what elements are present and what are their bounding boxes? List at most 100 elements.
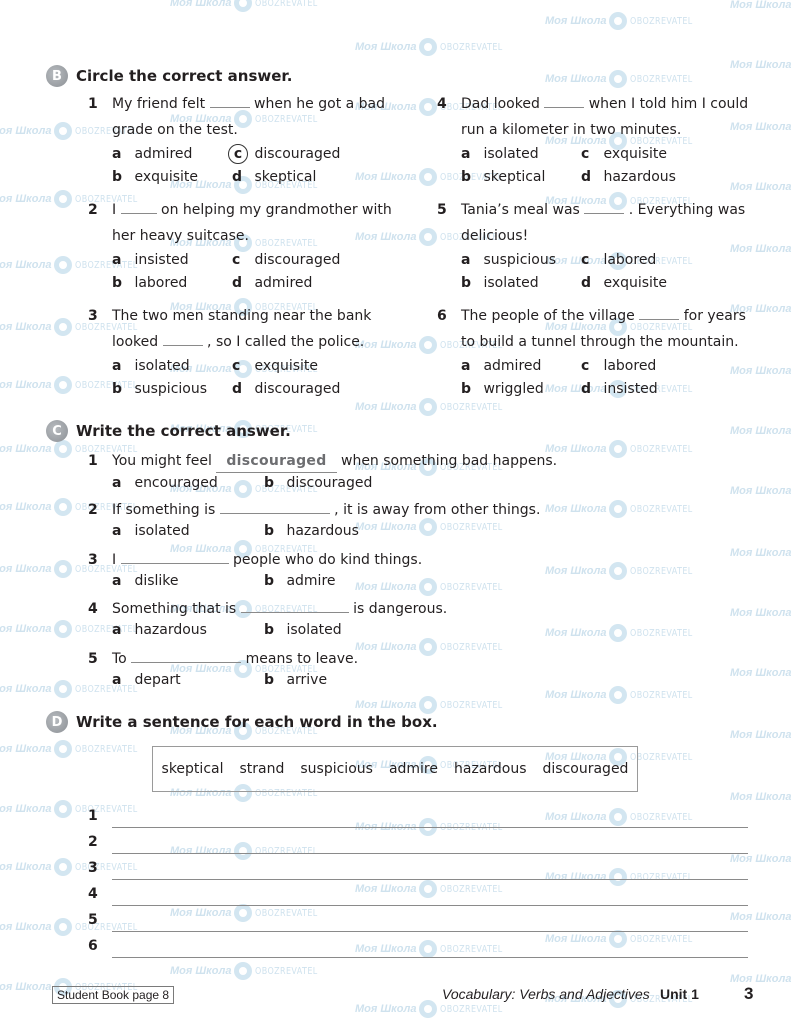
options-row: a hazardous b isolated: [112, 620, 447, 641]
option-b[interactable]: b isolated: [461, 272, 581, 295]
option-a[interactable]: a suspicious: [461, 249, 581, 272]
option-b[interactable]: b labored: [112, 272, 232, 295]
option-a[interactable]: a admired: [461, 355, 581, 378]
option-c[interactable]: c labored: [581, 355, 701, 378]
watermark-logo-icon: [54, 256, 73, 274]
writing-line[interactable]: 5: [88, 912, 748, 932]
option-b[interactable]: b hazardous: [264, 521, 414, 542]
watermark-text: Моя Школа: [730, 546, 791, 559]
watermark: Моя ШколаOBOZREVATEL: [730, 422, 791, 440]
watermark-text: Моя Школа: [355, 40, 417, 53]
answer-blank[interactable]: [639, 306, 680, 320]
option-b[interactable]: b skeptical: [461, 166, 581, 189]
watermark: Моя ШколаOBOZREVATEL: [355, 1000, 519, 1018]
option-d[interactable]: d discouraged: [232, 378, 352, 401]
answer-blank[interactable]: [240, 599, 349, 613]
question-number: 2: [88, 502, 98, 518]
option-c[interactable]: c labored: [581, 249, 701, 272]
watermark-text: Моя Школа: [355, 698, 417, 711]
watermark-text: Моя Школа: [0, 378, 52, 391]
answer-blank[interactable]: [544, 94, 585, 108]
writing-line[interactable]: 6: [88, 938, 748, 958]
writing-line[interactable]: 3: [88, 860, 748, 880]
watermark-text: Моя Школа: [0, 682, 52, 695]
answer-blank[interactable]: [219, 500, 330, 514]
option-b[interactable]: b admire: [264, 571, 414, 592]
options-grid: a admired c labored b wriggled d insisted: [461, 355, 761, 401]
option-text: isolated: [479, 275, 539, 291]
question-stem: To means to leave.: [112, 648, 414, 670]
watermark-text: OBOZREVATEL: [630, 503, 694, 515]
watermark-text: OBOZREVATEL: [255, 965, 319, 977]
question-number: 2: [88, 202, 98, 218]
option-d[interactable]: d exquisite: [581, 272, 701, 295]
option-a[interactable]: a dislike: [112, 571, 264, 592]
stem-text: people who do kind things.: [228, 552, 423, 568]
option-a[interactable]: a insisted: [112, 249, 232, 272]
watermark: Моя ШколаOBOZREVATEL: [545, 500, 709, 518]
option-a[interactable]: a depart: [112, 670, 264, 691]
question-item: 2 I on helping my grandmother with her he…: [88, 197, 412, 295]
writing-rule: [112, 853, 748, 854]
watermark-logo-icon: [234, 962, 253, 980]
option-text: isolated: [130, 523, 190, 539]
option-text: labored: [599, 358, 657, 374]
word-box-item: strand: [239, 761, 285, 777]
writing-line[interactable]: 1: [88, 808, 748, 828]
answer-blank[interactable]: [120, 550, 229, 564]
word-box: skeptical strand suspicious admire hazar…: [152, 746, 638, 792]
watermark-text: Моя Школа: [170, 0, 232, 9]
answer-blank[interactable]: [162, 332, 203, 346]
word-box-item: skeptical: [161, 761, 224, 777]
watermark-text: OBOZREVATEL: [440, 41, 504, 53]
option-b[interactable]: b arrive: [264, 670, 414, 691]
option-b[interactable]: b suspicious: [112, 378, 232, 401]
option-b[interactable]: b wriggled: [461, 378, 581, 401]
watermark-logo-icon: [609, 12, 628, 30]
question-number: 5: [88, 651, 98, 667]
option-b[interactable]: b exquisite: [112, 166, 232, 189]
option-c[interactable]: c discouraged: [228, 143, 352, 166]
option-letter: b: [264, 523, 275, 539]
answer-blank[interactable]: [209, 94, 250, 108]
option-b[interactable]: b isolated: [264, 620, 414, 641]
option-letter: b: [264, 622, 275, 638]
option-d[interactable]: d skeptical: [232, 166, 352, 189]
watermark-text: OBOZREVATEL: [630, 73, 694, 85]
filled-answer[interactable]: discouraged: [216, 450, 337, 473]
writing-line[interactable]: 4: [88, 886, 748, 906]
option-a[interactable]: a isolated: [112, 521, 264, 542]
option-d[interactable]: d admired: [232, 272, 352, 295]
question-number: 1: [88, 96, 98, 112]
option-a[interactable]: a encouraged: [112, 473, 264, 494]
writing-rule: [112, 957, 748, 958]
watermark-text: Моя Школа: [545, 688, 607, 701]
answer-blank[interactable]: [120, 200, 157, 214]
option-a[interactable]: a hazardous: [112, 620, 264, 641]
section-b-title: Circle the correct answer.: [76, 67, 293, 85]
watermark-logo-icon: [54, 440, 73, 458]
watermark-logo-icon: [54, 190, 73, 208]
watermark-text: Моя Школа: [730, 0, 791, 11]
section-c-header: C Write the correct answer.: [46, 420, 291, 442]
writing-line-number: 5: [88, 912, 98, 928]
watermark-logo-icon: [419, 98, 438, 116]
answer-blank[interactable]: [584, 200, 625, 214]
option-a[interactable]: a admired: [112, 143, 232, 166]
watermark-text: Моя Школа: [0, 562, 52, 575]
answer-blank[interactable]: [131, 649, 242, 663]
option-d[interactable]: d insisted: [581, 378, 701, 401]
option-b[interactable]: b discouraged: [264, 473, 414, 494]
writing-line[interactable]: 2: [88, 834, 748, 854]
option-c[interactable]: c exquisite: [232, 355, 352, 378]
watermark-text: OBOZREVATEL: [440, 581, 504, 593]
option-text: isolated: [282, 622, 342, 638]
option-c[interactable]: c exquisite: [581, 143, 701, 166]
option-a[interactable]: a isolated: [112, 355, 232, 378]
writing-rule: [112, 879, 748, 880]
watermark: Моя ШколаOBOZREVATEL: [730, 604, 791, 622]
option-letter: a: [461, 252, 471, 268]
option-d[interactable]: d hazardous: [581, 166, 701, 189]
option-c[interactable]: c discouraged: [232, 249, 352, 272]
option-a[interactable]: a isolated: [461, 143, 581, 166]
